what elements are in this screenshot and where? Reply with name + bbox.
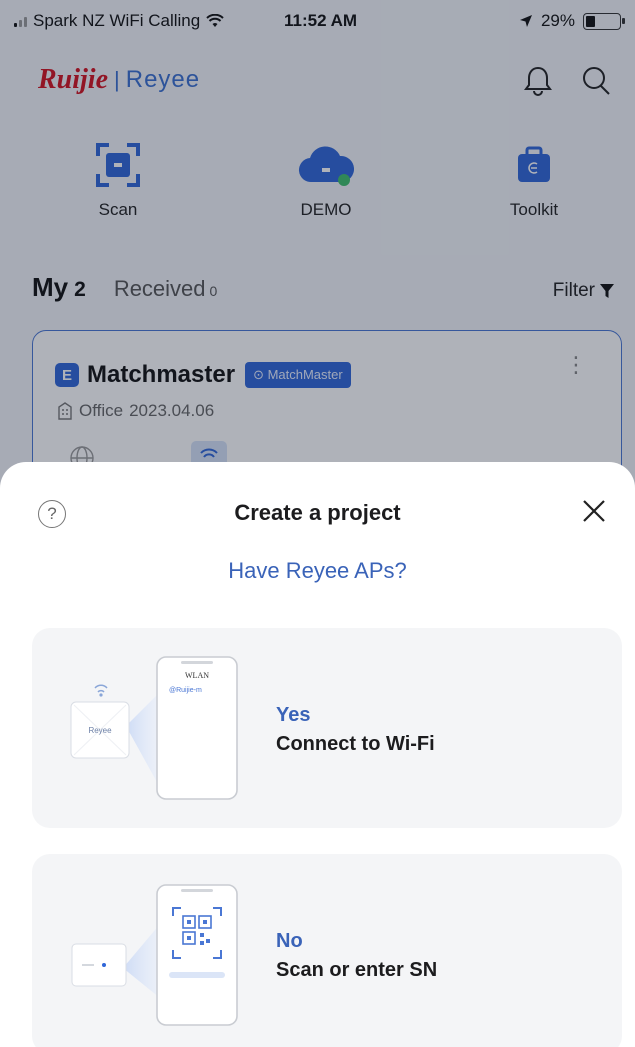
illus-network-label: @Ruijie-m <box>169 687 202 694</box>
connect-wifi-illustration: Reyee WLAN @Ruijie-m <box>70 656 238 800</box>
option-desc-no: Scan or enter SN <box>276 959 438 981</box>
scan-sn-illustration <box>71 884 238 1026</box>
illus-device-label: Reyee <box>88 726 112 735</box>
option-no-scan-sn[interactable]: No Scan or enter SN <box>32 854 622 1047</box>
create-project-sheet: ? Create a project Have Reyee APs? Reyee… <box>0 462 635 1047</box>
option-desc-yes: Connect to Wi-Fi <box>276 733 435 755</box>
background-app: Spark NZ WiFi Calling 11:52 AM 29% Ruiji… <box>0 0 635 520</box>
option-yes-connect-wifi[interactable]: Reyee WLAN @Ruijie-m Yes Connect to Wi-F… <box>32 628 622 828</box>
sheet-question: Have Reyee APs? <box>228 558 407 583</box>
option-answer-yes: Yes <box>276 704 311 726</box>
illus-wlan-label: WLAN <box>185 671 209 680</box>
option-answer-no: No <box>276 930 303 952</box>
close-icon[interactable] <box>579 496 609 526</box>
modal-backdrop[interactable] <box>0 0 635 520</box>
sheet-title: Create a project <box>234 500 401 525</box>
